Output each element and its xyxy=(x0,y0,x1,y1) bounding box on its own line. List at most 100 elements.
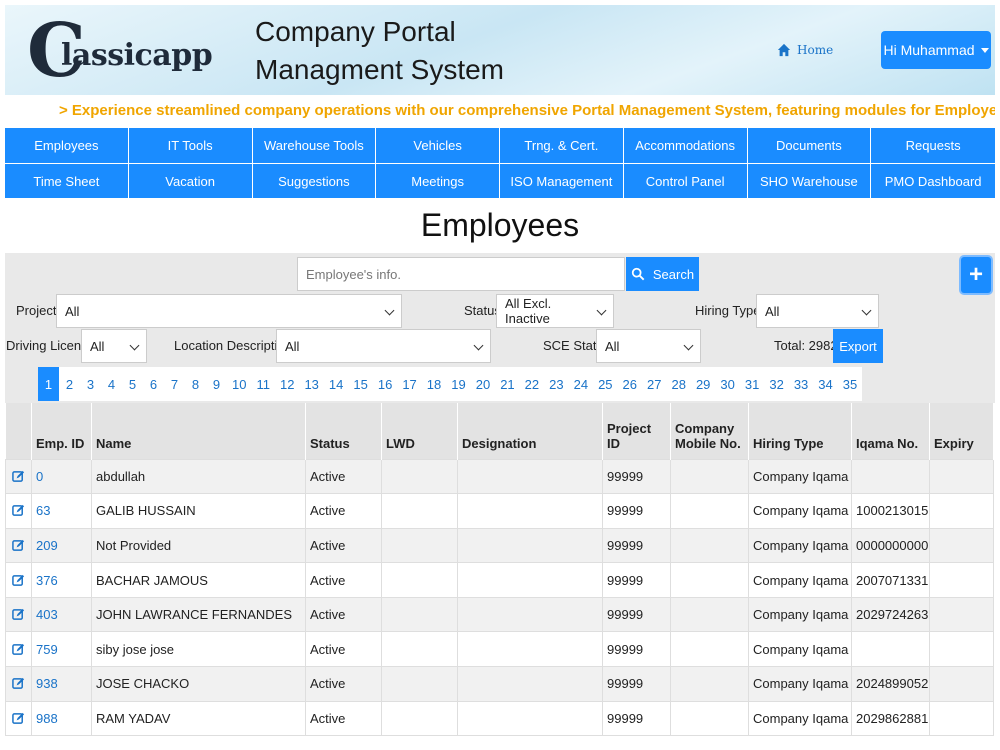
page-link[interactable]: 4 xyxy=(101,367,122,401)
nav-meetings[interactable]: Meetings xyxy=(376,164,500,198)
page-link[interactable]: 33 xyxy=(788,367,814,401)
edit-icon[interactable] xyxy=(12,574,25,587)
nav-time-sheet[interactable]: Time Sheet xyxy=(5,164,129,198)
nav-employees[interactable]: Employees xyxy=(5,128,129,163)
location-description-select[interactable]: All xyxy=(276,329,491,363)
page-link[interactable]: 9 xyxy=(206,367,227,401)
edit-cell[interactable] xyxy=(5,631,32,668)
page-link[interactable]: 11 xyxy=(251,367,275,401)
hiring-types-select[interactable]: All xyxy=(756,294,879,328)
page-link[interactable]: 31 xyxy=(739,367,765,401)
page-link[interactable]: 29 xyxy=(690,367,716,401)
edit-icon[interactable] xyxy=(12,712,25,725)
nav-suggestions[interactable]: Suggestions xyxy=(253,164,377,198)
page-link[interactable]: 25 xyxy=(593,367,618,401)
edit-cell[interactable] xyxy=(5,458,32,495)
page-link[interactable]: 17 xyxy=(397,367,422,401)
employee-id-link[interactable]: 63 xyxy=(31,493,92,529)
edit-cell[interactable] xyxy=(5,493,32,529)
page-link[interactable]: 8 xyxy=(185,367,206,401)
employee-id-link[interactable]: 938 xyxy=(31,666,92,702)
employee-id-link[interactable]: 403 xyxy=(31,596,92,633)
export-button[interactable]: Export xyxy=(833,329,883,363)
page-link[interactable]: 7 xyxy=(164,367,185,401)
employee-id-link[interactable]: 0 xyxy=(31,458,92,495)
employee-id-link[interactable]: 209 xyxy=(31,527,92,564)
column-header[interactable]: Iqama No. xyxy=(851,403,930,459)
nav-requests[interactable]: Requests xyxy=(871,128,995,163)
column-header[interactable]: Emp. ID xyxy=(31,403,92,459)
page-link[interactable]: 10 xyxy=(227,367,252,401)
edit-icon[interactable] xyxy=(12,608,25,621)
home-link[interactable]: Home xyxy=(777,43,833,57)
nav-sho-warehouse[interactable]: SHO Warehouse xyxy=(748,164,872,198)
page-link[interactable]: 24 xyxy=(568,367,594,401)
page-link[interactable]: 30 xyxy=(715,367,740,401)
column-header[interactable]: Name xyxy=(91,403,306,459)
nav-vacation[interactable]: Vacation xyxy=(129,164,253,198)
employee-id-link[interactable]: 759 xyxy=(31,631,92,668)
projects-select[interactable]: All xyxy=(56,294,402,328)
column-header[interactable]: LWD xyxy=(381,403,458,459)
nav-iso-management[interactable]: ISO Management xyxy=(500,164,624,198)
search-button[interactable]: Search xyxy=(626,257,699,291)
user-menu-button[interactable]: Hi Muhammad xyxy=(881,31,991,69)
page-link[interactable]: 15 xyxy=(348,367,373,401)
column-header[interactable]: Expiry xyxy=(929,403,994,459)
page-link[interactable]: 20 xyxy=(470,367,496,401)
page-link[interactable]: 26 xyxy=(617,367,642,401)
column-header[interactable]: Designation xyxy=(457,403,603,459)
employee-id-link[interactable]: 988 xyxy=(31,700,92,737)
edit-icon[interactable] xyxy=(12,470,25,483)
nav-accommodations[interactable]: Accommodations xyxy=(624,128,748,163)
edit-cell[interactable] xyxy=(5,666,32,702)
page-link[interactable]: 16 xyxy=(372,367,398,401)
column-header[interactable]: Hiring Type xyxy=(748,403,852,459)
page-link[interactable]: 23 xyxy=(544,367,569,401)
search-button-label: Search xyxy=(652,266,695,282)
column-header[interactable]: Company Mobile No. xyxy=(670,403,749,459)
edit-cell[interactable] xyxy=(5,562,32,598)
page-link[interactable]: 27 xyxy=(642,367,667,401)
page-link[interactable]: 2 xyxy=(59,367,80,401)
edit-icon[interactable] xyxy=(12,539,25,552)
page-link[interactable]: 22 xyxy=(519,367,545,401)
nav-documents[interactable]: Documents xyxy=(748,128,872,163)
page-link[interactable]: 5 xyxy=(122,367,143,401)
nav-vehicles[interactable]: Vehicles xyxy=(376,128,500,163)
page-link[interactable]: 14 xyxy=(323,367,349,401)
page-link[interactable]: 6 xyxy=(143,367,164,401)
page-link[interactable]: 3 xyxy=(80,367,101,401)
status-select[interactable]: All Excl. Inactive xyxy=(496,294,614,328)
nav-warehouse-tools[interactable]: Warehouse Tools xyxy=(253,128,377,163)
page-link[interactable]: 18 xyxy=(421,367,447,401)
add-employee-button[interactable]: + xyxy=(961,257,991,293)
nav-training-certification[interactable]: Trng. & Cert. xyxy=(500,128,624,163)
employee-search-input[interactable] xyxy=(297,257,625,291)
edit-icon[interactable] xyxy=(12,677,25,690)
nav-it-tools[interactable]: IT Tools xyxy=(129,128,253,163)
edit-cell[interactable] xyxy=(5,527,32,564)
column-header[interactable]: Project ID xyxy=(602,403,671,459)
edit-cell[interactable] xyxy=(5,596,32,633)
page-link[interactable]: 21 xyxy=(495,367,520,401)
edit-cell[interactable] xyxy=(5,700,32,737)
edit-icon[interactable] xyxy=(12,504,25,517)
page-link[interactable]: 32 xyxy=(764,367,789,401)
sce-status-select[interactable]: All xyxy=(596,329,701,363)
page-link[interactable]: 28 xyxy=(666,367,691,401)
nav-pmo-dashboard[interactable]: PMO Dashboard xyxy=(871,164,995,198)
nav-control-panel[interactable]: Control Panel xyxy=(624,164,748,198)
column-header[interactable]: Status xyxy=(305,403,382,459)
page-link[interactable]: 35 xyxy=(837,367,863,401)
page-link[interactable]: 1 xyxy=(38,367,59,401)
edit-icon[interactable] xyxy=(12,643,25,656)
page-link[interactable]: 13 xyxy=(299,367,324,401)
page-link[interactable]: 19 xyxy=(446,367,471,401)
table-cell xyxy=(457,596,603,633)
driving-license-select[interactable]: All xyxy=(81,329,147,363)
page-link[interactable]: 12 xyxy=(274,367,300,401)
employee-id-link[interactable]: 376 xyxy=(31,562,92,598)
page-link[interactable]: 34 xyxy=(813,367,838,401)
logo[interactable]: C lassicapp xyxy=(27,11,213,91)
